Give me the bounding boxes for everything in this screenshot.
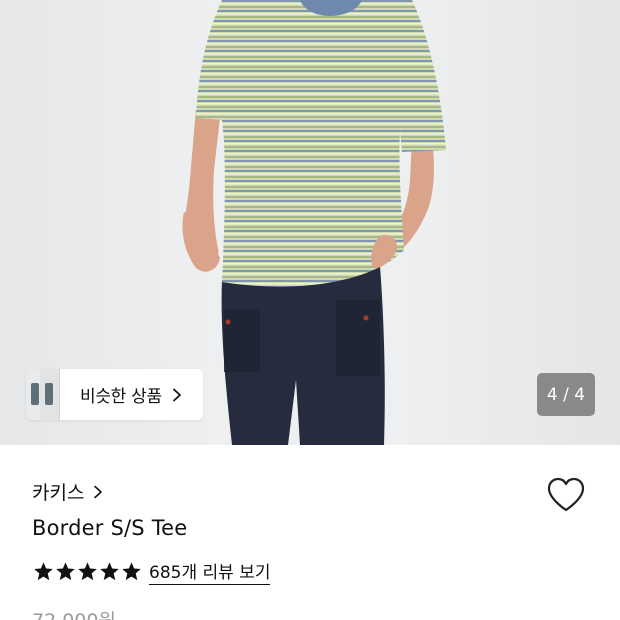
star-filled-icon: [78, 562, 97, 581]
rating-stars: [33, 561, 143, 582]
star-filled-icon: [122, 562, 141, 581]
star-filled-icon: [56, 562, 75, 581]
heart-outline-icon[interactable]: [546, 476, 586, 514]
image-page-indicator: 4 / 4: [537, 373, 595, 416]
similar-products-thumbnails: [26, 369, 72, 420]
similar-products-label: 비슷한 상품: [80, 387, 162, 407]
brand-name: 카키스: [32, 482, 85, 504]
star-filled-icon: [34, 562, 53, 581]
chevron-right-icon: [172, 388, 181, 401]
product-price: 72,000원: [32, 606, 116, 620]
thumbnail: [40, 369, 60, 420]
product-image[interactable]: 비슷한 상품 4 / 4: [0, 0, 620, 445]
rating-row: 685개 리뷰 보기: [33, 558, 271, 585]
brand-link[interactable]: 카키스: [32, 478, 104, 505]
star-filled-icon: [100, 562, 119, 581]
similar-products-button[interactable]: 비슷한 상품: [26, 369, 203, 420]
chevron-right-icon: [94, 485, 103, 498]
product-title: Border S/S Tee: [32, 516, 188, 540]
review-link[interactable]: 685개 리뷰 보기: [149, 558, 271, 585]
